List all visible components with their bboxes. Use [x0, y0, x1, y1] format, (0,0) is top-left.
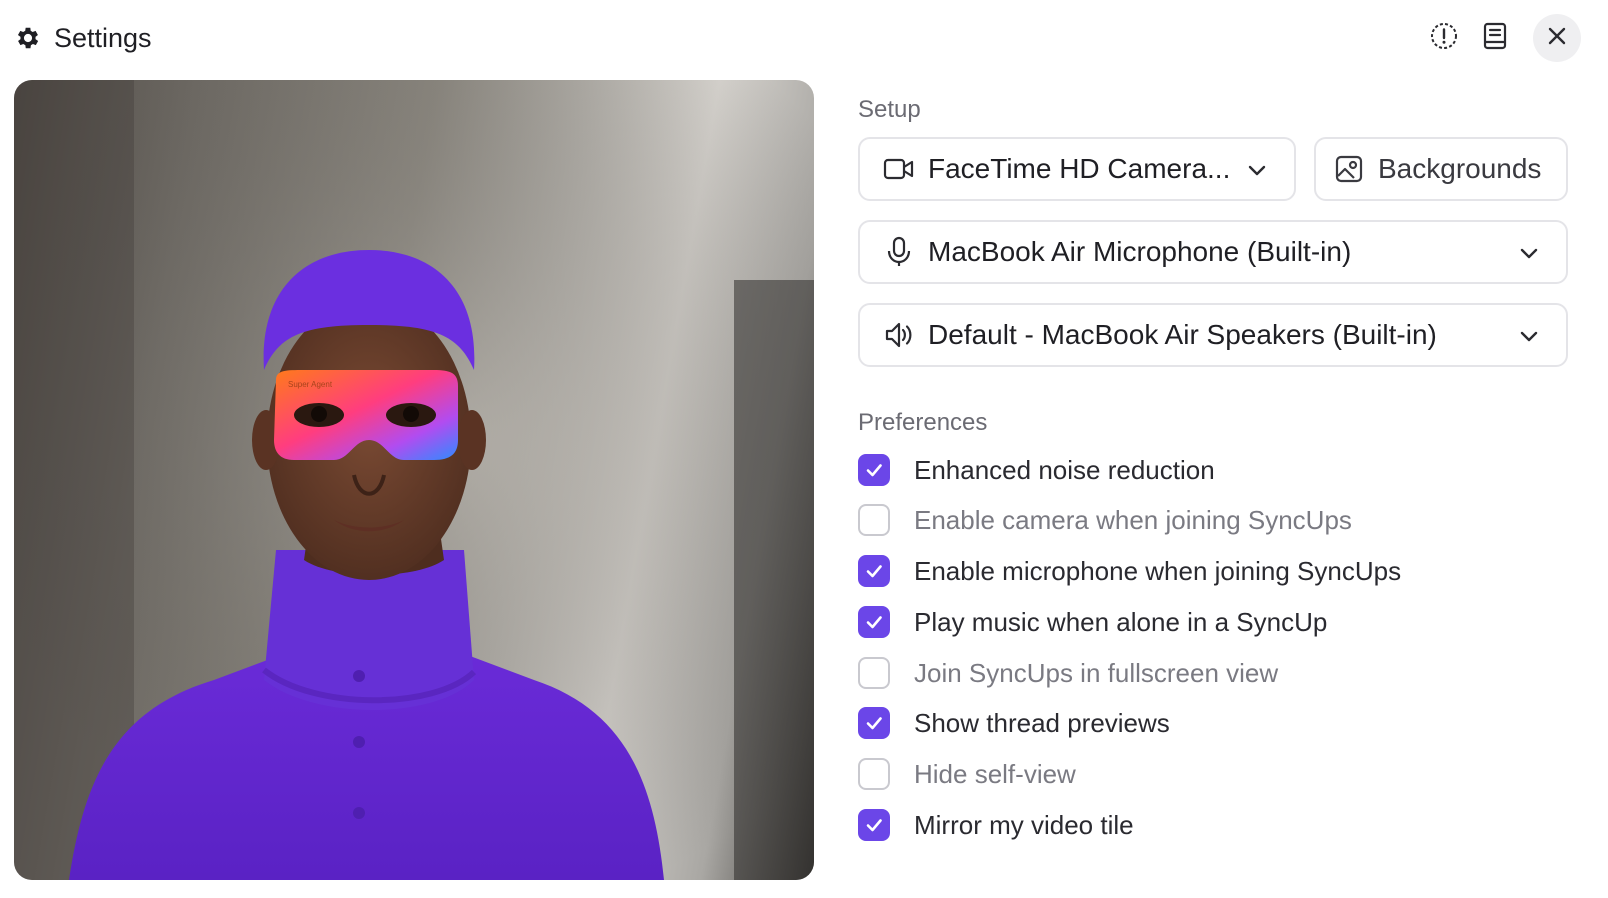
self-view-image: Super Agent [14, 80, 814, 880]
docs-button[interactable] [1471, 14, 1519, 62]
speaker-icon [882, 318, 916, 352]
checkbox[interactable] [858, 504, 890, 536]
title-bar: Settings [0, 0, 1608, 78]
backgrounds-button[interactable]: Backgrounds [1314, 137, 1568, 201]
preference-row[interactable]: Enable microphone when joining SyncUps [858, 554, 1401, 588]
preference-label: Show thread previews [914, 708, 1170, 738]
gear-icon [14, 24, 42, 52]
settings-panel: Setup FaceTime HD Camera... Backgrounds [858, 80, 1568, 880]
camera-select-value: FaceTime HD Camera... [928, 153, 1231, 184]
feedback-button[interactable] [1420, 14, 1468, 62]
checkmark-icon [866, 819, 882, 832]
preference-row[interactable]: Hide self-view [858, 757, 1076, 791]
setup-heading: Setup [858, 96, 921, 123]
microphone-icon [882, 235, 916, 269]
checkbox[interactable] [858, 707, 890, 739]
backgrounds-label: Backgrounds [1378, 153, 1542, 184]
preference-row[interactable]: Enable camera when joining SyncUps [858, 503, 1352, 537]
camera-select[interactable]: FaceTime HD Camera... [858, 137, 1296, 201]
book-icon [1481, 21, 1509, 56]
checkbox[interactable] [858, 758, 890, 790]
camera-preview: Super Agent [14, 80, 814, 880]
window-title: Settings [54, 23, 152, 53]
speaker-select-value: Default - MacBook Air Speakers (Built-in… [928, 319, 1437, 350]
image-icon [1332, 152, 1366, 186]
checkmark-icon [866, 717, 882, 730]
preference-label: Hide self-view [914, 759, 1076, 789]
alert-circle-icon [1429, 21, 1459, 56]
close-button[interactable] [1533, 14, 1581, 62]
checkbox[interactable] [858, 555, 890, 587]
preference-label: Enhanced noise reduction [914, 455, 1215, 485]
chevron-down-icon [1516, 240, 1542, 266]
speaker-select[interactable]: Default - MacBook Air Speakers (Built-in… [858, 303, 1568, 367]
checkmark-icon [866, 616, 882, 629]
preference-label: Enable camera when joining SyncUps [914, 505, 1352, 535]
preferences-heading: Preferences [858, 409, 988, 436]
preference-label: Mirror my video tile [914, 810, 1134, 840]
checkbox[interactable] [858, 454, 890, 486]
preference-row[interactable]: Show thread previews [858, 706, 1170, 740]
chevron-down-icon [1516, 323, 1542, 349]
preference-row[interactable]: Enhanced noise reduction [858, 453, 1215, 487]
preference-row[interactable]: Play music when alone in a SyncUp [858, 605, 1327, 639]
chevron-down-icon [1244, 157, 1270, 183]
close-icon [1546, 25, 1568, 52]
checkbox[interactable] [858, 809, 890, 841]
preference-row[interactable]: Mirror my video tile [858, 808, 1134, 842]
preference-label: Enable microphone when joining SyncUps [914, 556, 1402, 586]
checkmark-icon [866, 565, 882, 578]
mask-brand-text: Super Agent [288, 380, 333, 389]
checkbox[interactable] [858, 657, 890, 689]
checkbox[interactable] [858, 606, 890, 638]
preference-row[interactable]: Join SyncUps in fullscreen view [858, 656, 1278, 690]
microphone-select[interactable]: MacBook Air Microphone (Built-in) [858, 220, 1568, 284]
video-camera-icon [882, 152, 916, 186]
preference-label: Join SyncUps in fullscreen view [914, 658, 1279, 688]
microphone-select-value: MacBook Air Microphone (Built-in) [928, 236, 1352, 267]
checkmark-icon [866, 464, 882, 477]
preference-label: Play music when alone in a SyncUp [914, 607, 1328, 637]
